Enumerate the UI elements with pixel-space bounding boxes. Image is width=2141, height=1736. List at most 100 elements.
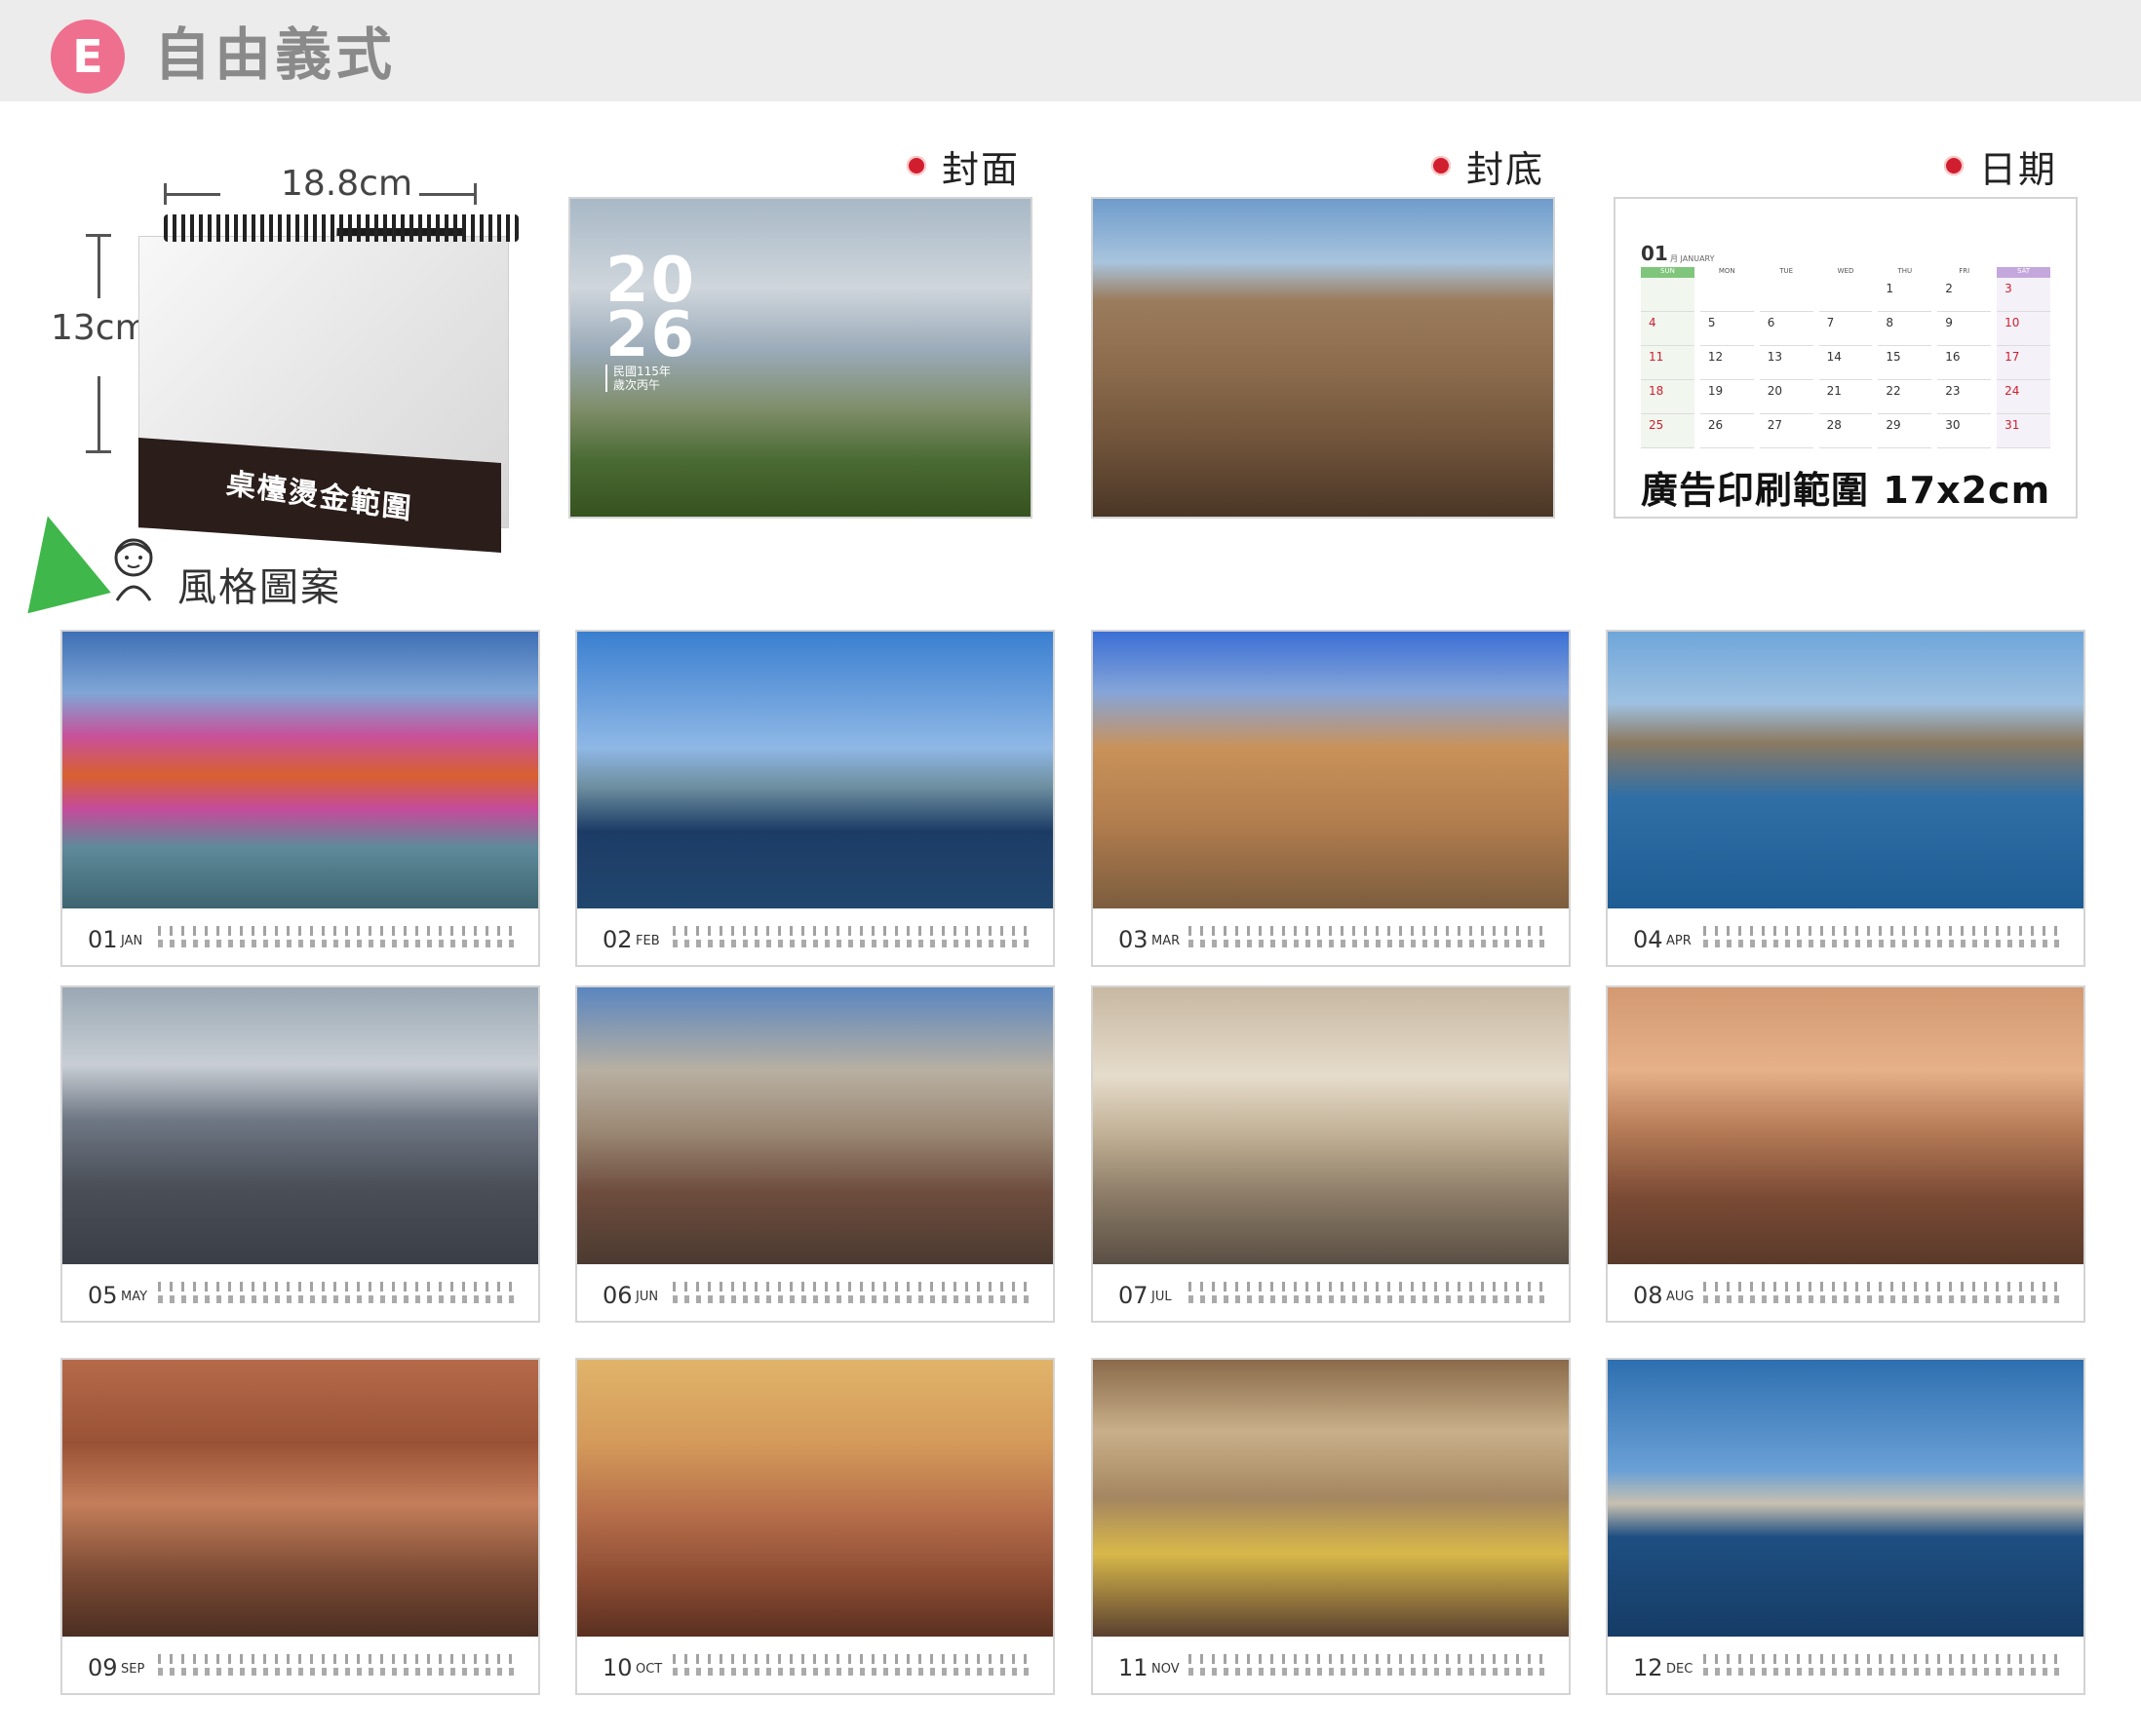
mini-calendar-month: 01 xyxy=(1641,242,1668,265)
date-row xyxy=(1703,1668,2064,1676)
month-card[interactable]: 11 NOV xyxy=(1091,1358,1571,1695)
month-abbreviation: FEB xyxy=(636,934,660,948)
month-photo xyxy=(1093,632,1569,908)
cover-subtitle-line2: 歲次丙午 xyxy=(613,378,661,392)
month-card[interactable]: 06 JUN xyxy=(575,985,1055,1323)
weekday-header: MON xyxy=(1718,267,1735,275)
date-row xyxy=(673,1668,1033,1676)
month-number: 09 xyxy=(88,1654,118,1681)
month-number: 12 xyxy=(1633,1654,1663,1681)
weekday-row xyxy=(1188,1654,1549,1664)
month-abbreviation: MAY xyxy=(121,1290,148,1304)
date-row xyxy=(1703,1295,2064,1303)
month-abbreviation: SEP xyxy=(121,1662,145,1677)
weekday-row xyxy=(1703,926,2064,936)
month-card[interactable]: 08 AUG xyxy=(1606,985,2085,1323)
month-card[interactable]: 03 MAR xyxy=(1091,630,1571,967)
month-number: 08 xyxy=(1633,1282,1663,1309)
spiral-binding xyxy=(164,214,519,242)
calendar-day-cell: 12 xyxy=(1699,346,1754,380)
width-dimension-line-left xyxy=(164,193,220,196)
weekday-row xyxy=(673,926,1033,936)
month-date-strip: 06 JUN xyxy=(577,1264,1053,1321)
month-card[interactable]: 02 FEB xyxy=(575,630,1055,967)
mini-calendar-grid: SUN MON TUE WED THU FRI SAT 1 2 3 4 5 6 7 8 9 10 11 12 13 14… xyxy=(1641,267,2050,448)
calendar-day-cell: 14 xyxy=(1818,346,1873,380)
month-photo xyxy=(577,632,1053,908)
date-row xyxy=(158,1295,519,1303)
weekday-row xyxy=(1703,1654,2064,1664)
month-card[interactable]: 10 OCT xyxy=(575,1358,1055,1695)
calendar-day-cell: 2 xyxy=(1937,278,1992,312)
style-badge: E xyxy=(51,19,125,94)
month-date-strip: 04 APR xyxy=(1608,908,2083,965)
month-abbreviation: MAR xyxy=(1151,934,1181,948)
back-section-label: 封底 xyxy=(1431,142,1544,191)
height-dimension-tick xyxy=(86,234,111,237)
month-photo xyxy=(1608,632,2083,908)
calendar-day-cell: 17 xyxy=(1997,346,2050,380)
calendar-day-cell: 10 xyxy=(1997,312,2050,346)
month-date-strip: 11 NOV xyxy=(1093,1637,1569,1693)
month-card[interactable]: 12 DEC xyxy=(1606,1358,2085,1695)
date-row xyxy=(158,940,519,947)
calendar-day-cell xyxy=(1818,278,1873,312)
calendar-day-cell: 18 xyxy=(1641,380,1694,414)
month-number: 10 xyxy=(603,1654,633,1681)
weekday-header: FRI xyxy=(1959,267,1970,275)
mini-calendar-month-sub: 月 JANUARY xyxy=(1670,254,1715,263)
girl-face-icon xyxy=(114,538,153,601)
month-card[interactable]: 04 APR xyxy=(1606,630,2085,967)
month-date-strip: 05 MAY xyxy=(62,1264,538,1321)
month-date-strip: 08 AUG xyxy=(1608,1264,2083,1321)
date-row xyxy=(158,1668,519,1676)
height-dimension-line-bottom xyxy=(97,376,100,452)
month-card[interactable]: 05 MAY xyxy=(60,985,540,1323)
month-card[interactable]: 01 JAN xyxy=(60,630,540,967)
month-abbreviation: AUG xyxy=(1666,1290,1694,1304)
calendar-day-cell: 23 xyxy=(1937,380,1992,414)
weekday-row xyxy=(673,1282,1033,1292)
month-abbreviation: OCT xyxy=(636,1662,663,1677)
month-abbreviation: APR xyxy=(1666,934,1692,948)
date-page-preview[interactable]: 01 月 JANUARY SUN MON TUE WED THU FRI SAT 1 2 3 4 5 6… xyxy=(1614,197,2078,519)
calendar-day-cell: 22 xyxy=(1878,380,1932,414)
month-photo xyxy=(62,632,538,908)
month-number: 06 xyxy=(603,1282,633,1309)
calendar-day-cell: 26 xyxy=(1699,414,1754,448)
width-label: 18.8cm xyxy=(281,164,413,204)
cover-preview[interactable]: 20 26 民國115年 歲次丙午 xyxy=(568,197,1032,519)
month-card[interactable]: 07 JUL xyxy=(1091,985,1571,1323)
weekday-header: SUN xyxy=(1641,267,1694,278)
weekday-row xyxy=(1188,1282,1549,1292)
weekday-header: TUE xyxy=(1779,267,1794,275)
month-number: 03 xyxy=(1118,926,1148,953)
calendar-day-cell: 6 xyxy=(1759,312,1813,346)
calendar-day-cell: 30 xyxy=(1937,414,1992,448)
month-date-strip: 07 JUL xyxy=(1093,1264,1569,1321)
width-dimension-tick xyxy=(474,183,477,205)
width-dimension-line-right xyxy=(419,193,476,196)
date-row xyxy=(673,1295,1033,1303)
month-number: 07 xyxy=(1118,1282,1148,1309)
back-label-text: 封底 xyxy=(1466,147,1545,191)
month-card[interactable]: 09 SEP xyxy=(60,1358,540,1695)
month-photo xyxy=(577,987,1053,1264)
month-date-strip: 12 DEC xyxy=(1608,1637,2083,1693)
month-date-strip: 09 SEP xyxy=(62,1637,538,1693)
cover-subtitle: 民國115年 歲次丙午 xyxy=(605,365,671,392)
calendar-day-cell xyxy=(1699,278,1754,312)
month-photo xyxy=(62,1360,538,1637)
back-cover-preview[interactable] xyxy=(1091,197,1555,519)
weekday-row xyxy=(673,1654,1033,1664)
height-label: 13cm xyxy=(51,308,149,348)
weekday-header: SAT xyxy=(1997,267,2050,278)
ad-print-area-label: 廣告印刷範圍 17x2cm xyxy=(1641,469,2051,512)
header-bar: E 自由義式 xyxy=(0,0,2141,101)
month-date-strip: 03 MAR xyxy=(1093,908,1569,965)
date-row xyxy=(1188,1295,1549,1303)
desk-calendar-illustration: 18.8cm 13cm 桌檯燙金範圍 xyxy=(39,156,526,565)
calendar-day-cell: 29 xyxy=(1878,414,1932,448)
date-row xyxy=(1188,940,1549,947)
weekday-row xyxy=(1188,926,1549,936)
